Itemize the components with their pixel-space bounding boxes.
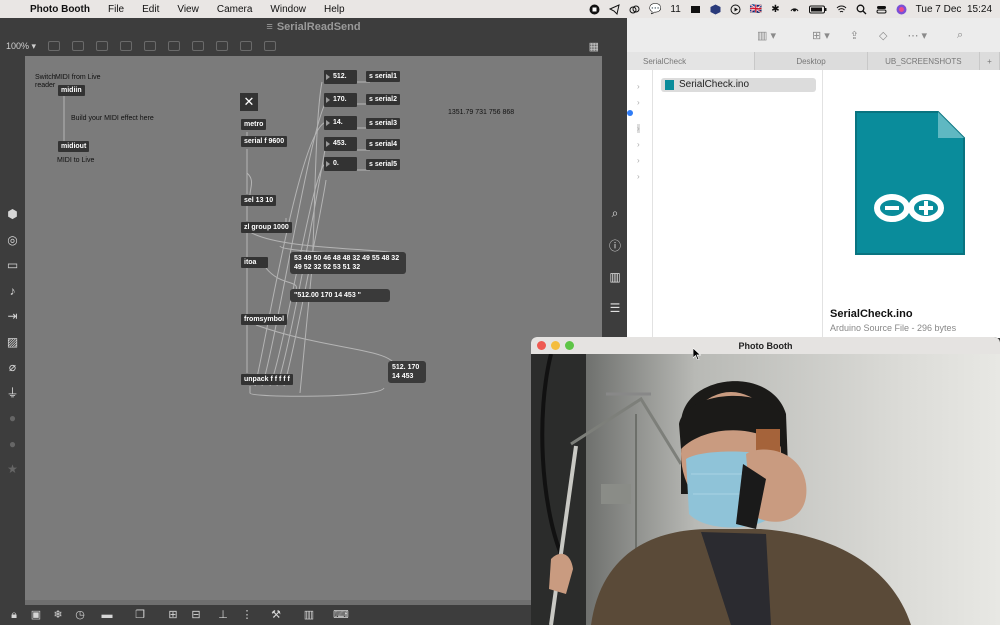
string-message-box[interactable]: "512.00 170 14 453 " xyxy=(290,289,390,302)
finder-toolbar: ▥ ▾ ⊞ ▾ ⇪ ◇ ⋯ ▾ ⌕ xyxy=(627,18,1000,52)
battery-icon[interactable] xyxy=(808,4,827,15)
tab-desktop[interactable]: Desktop xyxy=(755,52,868,70)
status-tray: 💬 11 🇬🇧 ✱ Tue 7 Dec 15:24 xyxy=(589,0,992,18)
tag-icon[interactable]: ◇ xyxy=(879,29,887,42)
blue-tag-dot xyxy=(627,110,633,116)
send-serial5-object[interactable]: s serial5 xyxy=(366,159,401,170)
number-box-3[interactable]: 14. xyxy=(324,116,357,130)
finder-tabs: SerialCheck Desktop UB_SCREENSHOTS + xyxy=(627,52,1000,70)
list-message-box[interactable]: 512. 170 14 453 xyxy=(388,361,426,383)
preview-file-name: SerialCheck.ino xyxy=(830,308,913,320)
input-language-icon[interactable]: 🇬🇧 xyxy=(750,4,762,15)
record-icon[interactable] xyxy=(589,4,600,15)
wechat-badge: 11 xyxy=(670,3,681,15)
menu-bar: Photo Booth File Edit View Camera Window… xyxy=(0,0,1000,18)
more-icon[interactable]: ⋯ ▾ xyxy=(907,29,927,42)
airdrop-icon[interactable] xyxy=(789,4,800,15)
minimize-button[interactable] xyxy=(551,341,560,350)
tab-serialcheck[interactable]: SerialCheck xyxy=(627,52,756,70)
toggle-close-icon[interactable]: ✕ xyxy=(240,93,258,111)
menu-view[interactable]: View xyxy=(177,4,199,15)
file-list-item-label: SerialCheck.ino xyxy=(679,79,750,90)
metro-object[interactable]: metro xyxy=(241,119,267,130)
chevron-right-icon: › xyxy=(637,140,640,149)
chevron-right-icon: › xyxy=(637,172,640,181)
photo-booth-title-bar[interactable]: Photo Booth xyxy=(531,337,1000,354)
telegram-icon[interactable] xyxy=(608,3,620,15)
menu-window[interactable]: Window xyxy=(270,4,306,15)
new-tab-button[interactable]: + xyxy=(980,52,1000,70)
midiout-object[interactable]: midiout xyxy=(58,141,90,152)
mouse-pointer-icon xyxy=(693,348,701,360)
menu-file[interactable]: File xyxy=(108,4,124,15)
finder-column-files[interactable]: SerialCheck.ino xyxy=(653,70,823,338)
midiin-object[interactable]: midiin xyxy=(58,85,85,96)
photo-booth-title: Photo Booth xyxy=(738,340,793,351)
menu-help[interactable]: Help xyxy=(324,4,345,15)
finder-window: ▥ ▾ ⊞ ▾ ⇪ ◇ ⋯ ▾ ⌕ SerialCheck Desktop UB… xyxy=(627,18,1000,338)
itoa-object[interactable]: itoa xyxy=(241,257,268,268)
column-view-icon[interactable]: ▥ ▾ xyxy=(757,29,776,42)
finder-search-icon[interactable]: ⌕ xyxy=(957,29,963,42)
unpack-object[interactable]: unpack f f f f f xyxy=(241,374,293,385)
app-menu[interactable]: Photo Booth xyxy=(30,4,90,15)
file-list-item[interactable]: SerialCheck.ino xyxy=(661,78,816,92)
number-box-1[interactable]: 512. xyxy=(324,70,357,84)
midi-from-live-comment: MIDI from Live xyxy=(55,74,101,81)
vpn-icon[interactable] xyxy=(710,4,721,15)
midi-to-live-comment: MIDI to Live xyxy=(57,157,95,164)
zl-group-object[interactable]: zl group 1000 xyxy=(241,222,292,233)
group-icon[interactable]: ⊞ ▾ xyxy=(812,29,830,42)
display-icon[interactable] xyxy=(690,4,701,15)
menu-camera[interactable]: Camera xyxy=(217,4,253,15)
send-serial3-object[interactable]: s serial3 xyxy=(366,118,401,129)
wifi-icon[interactable] xyxy=(836,4,847,15)
photo-booth-window: Photo Booth xyxy=(531,337,1000,625)
arduino-document-icon xyxy=(855,111,965,255)
send-serial4-object[interactable]: s serial4 xyxy=(366,139,401,150)
switch-reader-comment: Switch reader xyxy=(35,74,56,89)
chevron-right-icon: › xyxy=(637,124,640,133)
tab-screenshots[interactable]: UB_SCREENSHOTS xyxy=(868,52,980,70)
zoom-button[interactable] xyxy=(565,341,574,350)
link-icon[interactable] xyxy=(629,4,640,15)
siri-icon[interactable] xyxy=(896,4,907,15)
camera-preview xyxy=(531,354,1000,625)
number-box-5[interactable]: 0. xyxy=(324,157,357,171)
number-box-2[interactable]: 170. xyxy=(324,93,357,107)
send-serial1-object[interactable]: s serial1 xyxy=(366,71,401,82)
bluetooth-icon[interactable]: ✱ xyxy=(771,4,779,15)
fromsymbol-object[interactable]: fromsymbol xyxy=(241,314,288,325)
wechat-icon[interactable]: 💬 xyxy=(649,4,661,15)
arduino-file-icon xyxy=(665,80,674,90)
number-box-4[interactable]: 453. xyxy=(324,137,357,151)
sel-object[interactable]: sel 13 10 xyxy=(241,195,277,206)
serial-object[interactable]: serial f 9600 xyxy=(241,136,288,147)
menu-edit[interactable]: Edit xyxy=(142,4,159,15)
close-button[interactable] xyxy=(537,341,546,350)
share-icon[interactable]: ⇪ xyxy=(850,29,859,42)
search-icon[interactable] xyxy=(856,4,867,15)
preview-file-kind: Arduino Source File - 296 bytes xyxy=(830,323,957,333)
control-center-icon[interactable] xyxy=(876,4,887,15)
send-serial2-object[interactable]: s serial2 xyxy=(366,94,401,105)
clock[interactable]: Tue 7 Dec 15:24 xyxy=(916,4,992,15)
chevron-right-icon: › xyxy=(637,82,640,91)
finder-column-parent[interactable]: › › › › › › xyxy=(627,70,653,338)
chevron-right-icon: › xyxy=(637,98,640,107)
play-icon[interactable] xyxy=(730,4,741,15)
desktop: { "menubar": { "app_name": "Photo Booth"… xyxy=(0,0,1000,625)
readout-comment: 1351.79 731 756 868 xyxy=(448,109,515,116)
ascii-message-box[interactable]: 53 49 50 46 48 48 32 49 55 48 32 49 52 3… xyxy=(290,252,406,274)
build-comment: Build your MIDI effect here xyxy=(71,115,154,122)
chevron-right-icon: › xyxy=(637,156,640,165)
